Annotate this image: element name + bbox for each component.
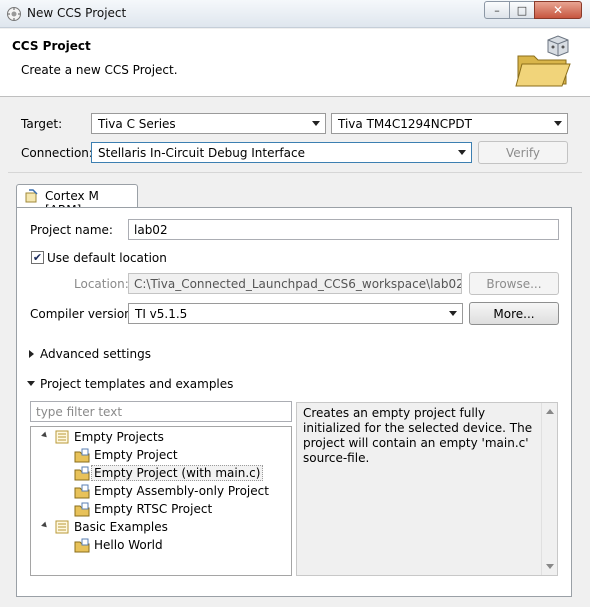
default-location-checkbox[interactable]: ✔ <box>31 251 44 264</box>
connection-label: Connection: <box>21 146 93 160</box>
title-bar[interactable]: New CCS Project – □ ✕ <box>0 0 590 28</box>
connection-combo[interactable]: Stellaris In-Circuit Debug Interface <box>91 142 472 163</box>
scroll-down-icon[interactable] <box>546 564 554 569</box>
chevron-down-icon <box>449 311 457 316</box>
project-name-label: Project name: <box>30 223 113 237</box>
advanced-settings-toggle[interactable]: Advanced settings <box>40 347 151 361</box>
tree-item[interactable]: Hello World <box>74 536 163 554</box>
compiler-version-label: Compiler version: <box>30 307 136 321</box>
project-file-icon <box>74 448 90 462</box>
chevron-down-icon <box>458 150 466 155</box>
project-file-icon <box>74 538 90 552</box>
minimize-button[interactable]: – <box>484 1 510 19</box>
template-tree[interactable]: Empty Projects Empty Project Empty Proje… <box>30 426 292 576</box>
default-location-label: Use default location <box>47 251 167 265</box>
browse-button[interactable]: Browse... <box>469 272 559 295</box>
tree-group-basic-examples[interactable]: Basic Examples <box>54 518 168 536</box>
project-name-input[interactable]: lab02 <box>128 219 559 240</box>
target-family-value: Tiva C Series <box>98 116 176 131</box>
compiler-version-combo[interactable]: TI v5.1.5 <box>128 303 463 324</box>
description-scrollbar[interactable] <box>541 403 557 575</box>
project-file-icon <box>74 484 90 498</box>
target-device-combo[interactable]: Tiva TM4C1294NCPDT <box>331 113 568 134</box>
close-icon: ✕ <box>552 3 564 17</box>
tab-cortex-m[interactable]: Cortex M [ARM] <box>16 184 138 217</box>
folder-icon <box>55 520 69 534</box>
chevron-down-icon[interactable] <box>27 381 35 386</box>
chevron-right-icon[interactable] <box>29 350 34 358</box>
target-device-value: Tiva TM4C1294NCPDT <box>338 116 472 131</box>
wizard-header: CCS Project Create a new CCS Project. <box>0 29 590 97</box>
location-label: Location: <box>74 277 129 291</box>
chevron-down-icon <box>554 121 562 126</box>
tree-expand-icon[interactable] <box>41 521 49 530</box>
tree-item[interactable]: Empty RTSC Project <box>74 500 212 518</box>
window-title: New CCS Project <box>27 6 127 20</box>
compiler-version-value: TI v5.1.5 <box>135 306 188 321</box>
more-button[interactable]: More... <box>469 302 559 325</box>
scroll-up-icon[interactable] <box>546 409 554 414</box>
target-label: Target: <box>21 117 63 131</box>
folder-icon <box>55 430 69 444</box>
template-description-panel: Creates an empty project fully initializ… <box>296 402 558 576</box>
template-description: Creates an empty project fully initializ… <box>303 406 533 465</box>
verify-button[interactable]: Verify <box>478 141 568 164</box>
wizard-description: Create a new CCS Project. <box>21 63 178 77</box>
separator <box>8 172 582 173</box>
project-file-icon <box>74 466 90 480</box>
template-filter-input[interactable]: type filter text <box>30 401 292 422</box>
templates-toggle[interactable]: Project templates and examples <box>40 377 233 391</box>
connection-value: Stellaris In-Circuit Debug Interface <box>98 145 305 160</box>
close-button[interactable]: ✕ <box>534 1 582 19</box>
target-family-combo[interactable]: Tiva C Series <box>91 113 326 134</box>
tab-config-icon <box>25 189 38 203</box>
eclipse-app-icon <box>7 7 21 21</box>
project-wizard-folder-icon <box>515 35 571 87</box>
tree-item[interactable]: Empty Assembly-only Project <box>74 482 269 500</box>
location-input[interactable]: C:\Tiva_Connected_Launchpad_CCS6_workspa… <box>128 273 462 294</box>
tree-expand-icon[interactable] <box>41 431 49 440</box>
project-file-icon <box>74 502 90 516</box>
tree-item[interactable]: Empty Project <box>74 446 178 464</box>
tree-group-empty-projects[interactable]: Empty Projects <box>54 428 164 446</box>
maximize-button[interactable]: □ <box>509 1 535 19</box>
wizard-title: CCS Project <box>12 39 91 53</box>
tree-item-selected[interactable]: Empty Project (with main.c) <box>74 464 264 482</box>
chevron-down-icon <box>312 121 320 126</box>
